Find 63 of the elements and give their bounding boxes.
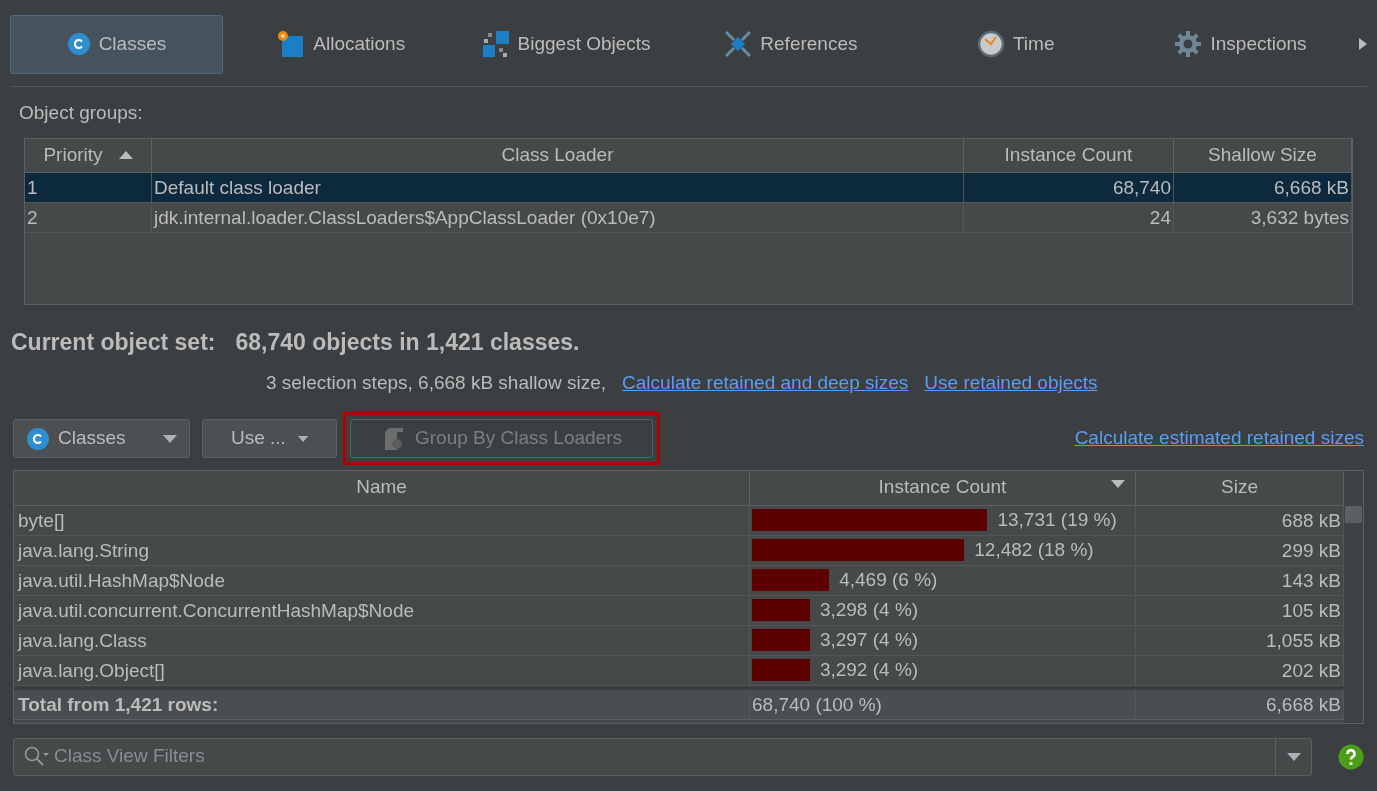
clock-icon: [976, 30, 1005, 58]
tab[interactable]: Time: [909, 14, 1123, 74]
table-cell-text: 3,297 (4 %): [819, 627, 919, 652]
column-header[interactable]: Name: [14, 470, 750, 505]
table-cell: java.util.HashMap$Node: [14, 565, 750, 595]
column-header[interactable]: Priority: [25, 138, 152, 172]
table-cell-text: 4,469 (6 %): [839, 567, 938, 592]
caret-icon: [163, 434, 177, 443]
table-cell: Default class loader: [152, 172, 964, 202]
use-dropdown[interactable]: Use ...: [202, 419, 337, 458]
tab[interactable]: References: [684, 14, 898, 74]
caret-icon: [1286, 752, 1301, 761]
tab[interactable]: Allocations: [234, 14, 448, 74]
table-cell: java.util.concurrent.ConcurrentHashMap$Node: [14, 595, 750, 625]
blocks-icon: [481, 30, 510, 58]
object-set-details: 3 selection steps, 6,668 kB shallow size,: [266, 371, 607, 395]
column-header[interactable]: Instance Count: [964, 138, 1174, 172]
sort-ascending-icon: [118, 151, 133, 159]
table-cell: java.lang.Object[]: [14, 655, 750, 685]
square-with-dot-icon: [277, 30, 306, 58]
table-cell: 68,740: [964, 172, 1174, 202]
table-cell: byte[]: [14, 505, 750, 535]
scroll-right-icon[interactable]: [1359, 38, 1367, 50]
section-label: Object groups:: [19, 101, 143, 125]
table-cell-text: 3,298 (4 %): [819, 597, 919, 622]
table-cell-text: 3,292 (4 %): [819, 657, 919, 682]
table-cell: 6,668 kB: [1174, 172, 1352, 202]
table-cell: java.lang.Class: [14, 625, 750, 655]
column-header[interactable]: Shallow Size: [1174, 138, 1352, 172]
caret-icon: [297, 434, 308, 443]
table-row[interactable]: 2 jdk.internal.loader.ClassLoaders$AppClassLoader (0x10e7) 24 3,632 bytes: [25, 202, 1352, 233]
help-icon[interactable]: [1338, 743, 1364, 770]
table-cell: 1: [25, 172, 152, 202]
table-cell-text: 13,731 (19 %): [997, 507, 1117, 532]
filter-input[interactable]: Class View Filters: [54, 742, 1275, 771]
tab[interactable]: Inspections: [1134, 14, 1347, 74]
total-label: Total from 1,421 rows:: [14, 689, 750, 719]
link[interactable]: Calculate retained and deep sizes: [622, 369, 909, 398]
view-dropdown[interactable]: Classes: [13, 419, 190, 458]
tab[interactable]: Classes: [10, 14, 223, 74]
table-cell: 3,632 bytes: [1174, 202, 1352, 232]
table-cell: 24: [964, 202, 1174, 232]
table-cell: 2: [25, 202, 152, 232]
arrows-to-center-icon: [724, 30, 753, 58]
search-icon: [24, 745, 50, 768]
table-cell: java.lang.String: [14, 535, 750, 565]
link[interactable]: Calculate estimated retained sizes: [1074, 424, 1364, 453]
class-c-icon: [26, 426, 50, 451]
class-c-icon: [66, 32, 91, 56]
table-cell: 68,740 (100 %): [750, 689, 1136, 719]
column-header[interactable]: Instance Count: [750, 470, 1136, 505]
table-cell: jdk.internal.loader.ClassLoaders$AppClassLoader (0x10e7): [152, 202, 964, 232]
column-header[interactable]: Class Loader: [152, 138, 964, 172]
gear-icon: [1174, 30, 1203, 58]
table-row[interactable]: 1 Default class loader 68,740 6,668 kB: [25, 172, 1352, 203]
tab[interactable]: Biggest Objects: [459, 14, 673, 74]
table-cell-text: 12,482 (18 %): [974, 537, 1094, 562]
link[interactable]: Use retained objects: [924, 369, 1098, 398]
object-set-summary: 68,740 objects in 1,421 classes.: [235, 327, 580, 357]
object-set-label: Current object set:: [11, 327, 216, 357]
scrollbar[interactable]: [1344, 470, 1363, 723]
filter-field[interactable]: Class View Filters: [13, 737, 1312, 776]
sort-descending-icon: [1111, 479, 1125, 488]
